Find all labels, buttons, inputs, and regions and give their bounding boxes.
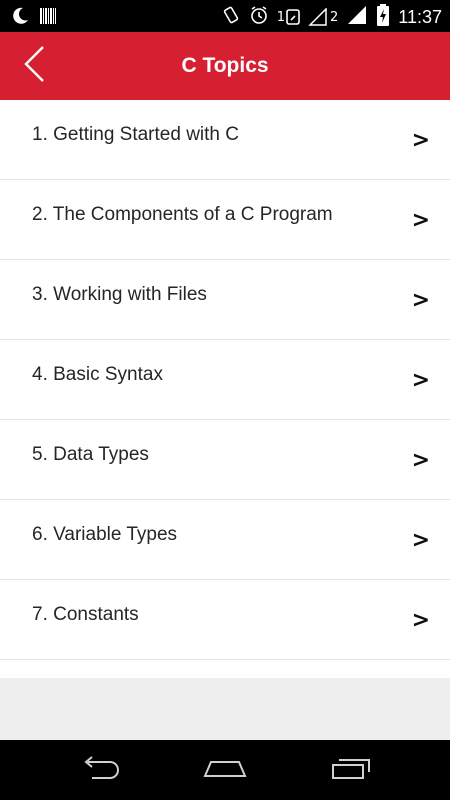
- vibrate-icon: [221, 5, 241, 29]
- topic-label: 4. Basic Syntax: [32, 364, 163, 385]
- chevron-right-icon: >: [411, 208, 430, 233]
- chevron-right-icon: >: [411, 288, 430, 313]
- chevron-left-icon: [21, 44, 47, 89]
- topic-label: 5. Data Types: [32, 444, 149, 465]
- topic-label: 3. Working with Files: [32, 284, 207, 305]
- chevron-right-icon: >: [411, 448, 430, 473]
- topic-row-6[interactable]: 6. Variable Types >: [0, 500, 450, 580]
- topic-row-5[interactable]: 5. Data Types >: [0, 420, 450, 500]
- topic-label: 6. Variable Types: [32, 524, 178, 545]
- chevron-right-icon: >: [411, 368, 430, 393]
- status-left: [10, 6, 56, 31]
- topic-row-1[interactable]: 1. Getting Started with C >: [0, 100, 450, 180]
- chevron-right-icon: >: [411, 128, 430, 153]
- sim1-signal-icon: 1: [277, 8, 300, 26]
- nav-home-button[interactable]: [195, 752, 255, 788]
- signal-icon: [346, 5, 368, 29]
- recent-apps-icon: [329, 756, 375, 785]
- chevron-right-icon: >: [411, 608, 430, 633]
- topic-list: 1. Getting Started with C > 2. The Compo…: [0, 100, 450, 676]
- topic-row-3[interactable]: 3. Working with Files >: [0, 260, 450, 340]
- sim2-label: 2: [330, 9, 339, 25]
- nav-back-button[interactable]: [70, 752, 130, 788]
- sim2-signal-icon: 2: [308, 8, 338, 26]
- topic-row-4[interactable]: 4. Basic Syntax >: [0, 340, 450, 420]
- back-icon: [78, 755, 122, 785]
- back-button[interactable]: [10, 42, 58, 90]
- alarm-icon: [249, 5, 269, 29]
- topic-label: 2. The Components of a C Program: [32, 204, 333, 225]
- system-nav-bar: [0, 740, 450, 800]
- status-time: 11:37: [398, 6, 442, 27]
- battery-charging-icon: [376, 4, 390, 30]
- topic-row-7[interactable]: 7. Constants >: [0, 580, 450, 660]
- sim1-label: 1: [276, 9, 285, 25]
- barcode-icon: [40, 6, 56, 31]
- nav-recent-apps-button[interactable]: [322, 752, 382, 788]
- home-icon: [201, 756, 249, 785]
- chevron-right-icon: >: [411, 528, 430, 553]
- status-right: 1 2 11:37: [221, 4, 442, 30]
- status-bar: 1 2 11:37: [0, 0, 450, 32]
- app-bar: C Topics: [0, 32, 450, 100]
- topic-label: 7. Constants: [32, 604, 139, 625]
- page-title: C Topics: [181, 54, 269, 77]
- footer-area: [0, 678, 450, 740]
- moon-icon: [10, 6, 30, 31]
- topic-label: 1. Getting Started with C: [32, 124, 239, 145]
- topic-row-2[interactable]: 2. The Components of a C Program >: [0, 180, 450, 260]
